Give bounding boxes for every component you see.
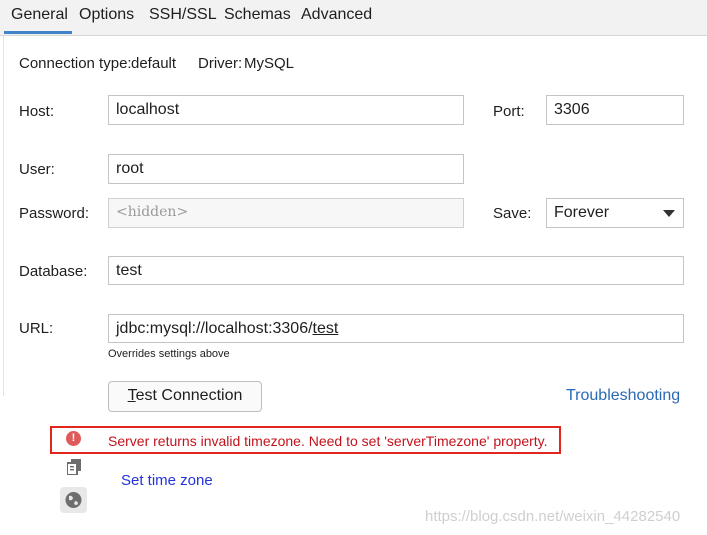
tab-advanced[interactable]: Advanced bbox=[301, 6, 372, 24]
set-time-zone-link[interactable]: Set time zone bbox=[121, 472, 213, 489]
copy-icon[interactable] bbox=[66, 459, 81, 476]
save-label: Save: bbox=[493, 205, 532, 222]
active-tab-indicator bbox=[4, 31, 72, 34]
host-input[interactable]: localhost bbox=[108, 95, 464, 125]
test-connection-button[interactable]: Test Connection bbox=[108, 381, 262, 412]
watermark: https://blog.csdn.net/weixin_44282540 bbox=[425, 508, 681, 525]
connection-type-link[interactable]: default bbox=[131, 55, 176, 72]
panel-border bbox=[3, 36, 4, 396]
tab-schemas[interactable]: Schemas bbox=[224, 6, 291, 24]
database-input[interactable]: test bbox=[108, 256, 684, 285]
tab-bar: General Options SSH/SSL Schemas Advanced bbox=[0, 0, 707, 36]
chevron-down-icon bbox=[663, 210, 675, 217]
url-prefix: jdbc:mysql://localhost:3306/ bbox=[116, 320, 313, 337]
password-input[interactable]: <hidden> bbox=[108, 198, 464, 228]
tab-ssh-ssl[interactable]: SSH/SSL bbox=[149, 6, 217, 24]
user-input[interactable]: root bbox=[108, 154, 464, 184]
user-label: User: bbox=[19, 161, 55, 178]
database-label: Database: bbox=[19, 263, 88, 280]
url-label: URL: bbox=[19, 320, 54, 337]
connection-type-label: Connection type: bbox=[19, 55, 132, 72]
save-dropdown[interactable]: Forever bbox=[546, 198, 684, 228]
globe-icon[interactable] bbox=[60, 487, 87, 513]
tab-options[interactable]: Options bbox=[79, 6, 134, 24]
save-dropdown-value: Forever bbox=[554, 204, 610, 221]
url-database: test bbox=[312, 320, 339, 337]
error-message: Server returns invalid timezone. Need to… bbox=[108, 433, 548, 449]
test-connection-mnemonic: T bbox=[127, 387, 136, 404]
troubleshooting-link[interactable]: Troubleshooting bbox=[566, 387, 680, 405]
port-label: Port: bbox=[493, 103, 525, 120]
host-label: Host: bbox=[19, 103, 55, 120]
driver-link[interactable]: MySQL bbox=[244, 55, 294, 72]
url-hint: Overrides settings above bbox=[108, 348, 230, 360]
url-input[interactable]: jdbc:mysql://localhost:3306/test bbox=[108, 314, 684, 343]
error-icon: ! bbox=[66, 431, 81, 446]
tab-general[interactable]: General bbox=[11, 6, 68, 24]
test-connection-label: est Connection bbox=[135, 387, 243, 404]
password-label: Password: bbox=[19, 205, 90, 222]
driver-label: Driver: bbox=[198, 55, 243, 72]
port-input[interactable]: 3306 bbox=[546, 95, 684, 125]
